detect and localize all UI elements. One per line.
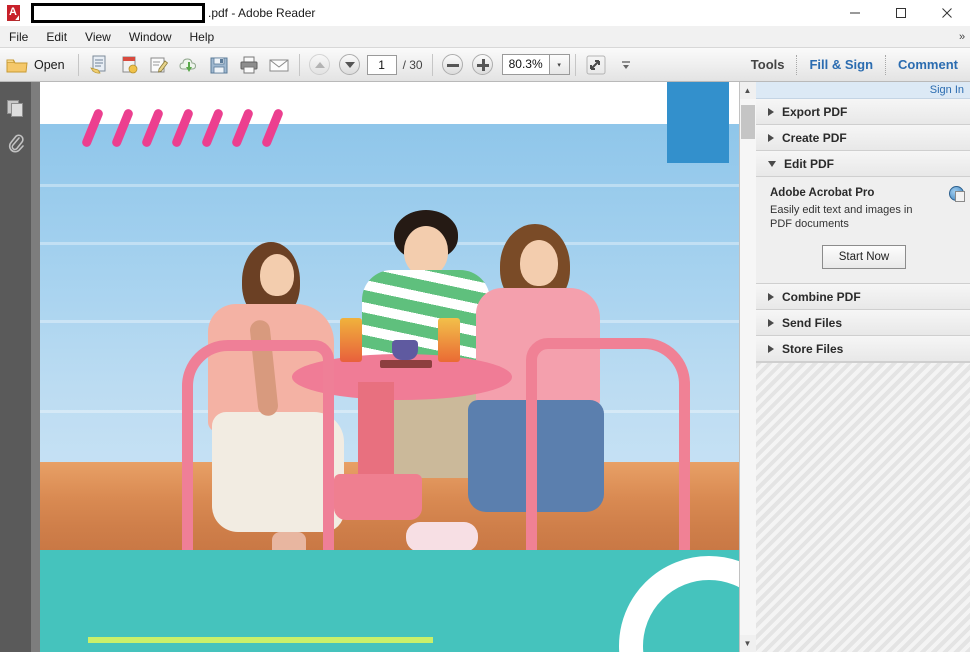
chevron-down-icon xyxy=(768,160,776,167)
close-button[interactable] xyxy=(924,0,970,26)
navigation-rail xyxy=(0,82,31,652)
menu-help[interactable]: Help xyxy=(181,26,224,48)
toolbar-overflow-icon[interactable] xyxy=(611,50,641,80)
photo-chair-right xyxy=(526,338,690,582)
attachments-icon[interactable] xyxy=(0,126,31,162)
panel-section-edit-pdf[interactable]: Edit PDF xyxy=(756,151,970,177)
previous-page-icon[interactable] xyxy=(305,50,335,80)
document-scrollbar[interactable]: ▲ ▼ xyxy=(739,82,756,652)
sign-in-bar: Sign In xyxy=(756,82,970,99)
adobe-reader-icon xyxy=(3,2,25,24)
adobe-reader-window: .pdf - Adobe Reader File Edit View Windo… xyxy=(0,0,970,652)
scrollbar-track[interactable] xyxy=(739,99,756,635)
scroll-down-button[interactable]: ▼ xyxy=(739,635,756,652)
pdf-page-1 xyxy=(40,82,739,652)
minimize-button[interactable] xyxy=(832,0,878,26)
toolbar-separator xyxy=(77,53,79,76)
page-pink-slashes xyxy=(80,107,318,150)
panel-label-edit-pdf: Edit PDF xyxy=(784,156,834,171)
toolbar-right-actions: Tools Fill & Sign Comment xyxy=(739,48,970,82)
page-number-input[interactable]: 1 xyxy=(366,54,397,75)
title-bar: .pdf - Adobe Reader xyxy=(0,0,970,26)
promo-description: Easily edit text and images in PDF docum… xyxy=(770,204,913,230)
panel-section-create-pdf[interactable]: Create PDF xyxy=(756,125,970,151)
window-controls xyxy=(832,0,970,26)
chevron-right-icon xyxy=(768,107,774,116)
edit-pdf-icon[interactable] xyxy=(144,50,174,80)
zoom-in-icon[interactable] xyxy=(468,50,498,80)
next-page-icon[interactable] xyxy=(335,50,365,80)
workspace: ▲ ▼ Sign In Export PDF Create PDF Edit P… xyxy=(0,82,970,652)
open-button[interactable]: Open xyxy=(0,48,73,82)
document-view[interactable] xyxy=(31,82,739,652)
toolbar-separator xyxy=(574,53,576,76)
open-label: Open xyxy=(34,57,65,72)
panel-section-send-files[interactable]: Send Files xyxy=(756,310,970,336)
menu-edit[interactable]: Edit xyxy=(37,26,76,48)
panel-empty-area xyxy=(756,362,970,652)
photo-shoe-1 xyxy=(406,522,478,552)
panel-label-send-files: Send Files xyxy=(782,315,843,330)
photo-coffee-cup xyxy=(392,340,418,360)
fill-and-sign-button[interactable]: Fill & Sign xyxy=(797,48,885,82)
page-blue-block xyxy=(667,82,729,163)
panel-section-export-pdf[interactable]: Export PDF xyxy=(756,99,970,125)
window-title: .pdf - Adobe Reader xyxy=(208,5,316,20)
acrobat-pro-promo: Adobe Acrobat Pro Easily edit text and i… xyxy=(756,177,970,284)
page-count-label: / 30 xyxy=(402,57,423,72)
photo-drink-left xyxy=(340,318,362,362)
panel-section-store-files[interactable]: Store Files xyxy=(756,336,970,362)
toolbar-separator xyxy=(298,53,300,76)
page-teal-band xyxy=(40,550,739,652)
panel-label-create-pdf: Create PDF xyxy=(782,130,847,145)
email-icon[interactable] xyxy=(264,50,294,80)
panel-section-combine-pdf[interactable]: Combine PDF xyxy=(756,284,970,310)
scroll-up-button[interactable]: ▲ xyxy=(739,82,756,99)
menu-window[interactable]: Window xyxy=(120,26,181,48)
menu-view[interactable]: View xyxy=(76,26,120,48)
acrobat-pro-badge-icon xyxy=(949,186,965,202)
create-pdf-icon[interactable] xyxy=(84,50,114,80)
photo-tray xyxy=(380,360,432,368)
save-icon[interactable] xyxy=(204,50,234,80)
main-toolbar: Open 1 / 30 80.3% ▾ Tools Fill & Sign Co… xyxy=(0,48,970,82)
fit-page-icon[interactable] xyxy=(581,50,611,80)
zoom-level-input[interactable]: 80.3% xyxy=(501,54,550,75)
promo-title: Adobe Acrobat Pro xyxy=(770,187,875,199)
panel-label-store-files: Store Files xyxy=(782,341,844,356)
page-yellow-line xyxy=(88,637,433,643)
print-icon[interactable] xyxy=(234,50,264,80)
export-pdf-icon[interactable] xyxy=(114,50,144,80)
photo-drink-right xyxy=(438,318,460,362)
zoom-dropdown-icon[interactable]: ▾ xyxy=(549,54,570,75)
panel-label-export-pdf: Export PDF xyxy=(782,104,848,119)
toolbar-separator xyxy=(431,53,433,76)
comment-button[interactable]: Comment xyxy=(886,48,970,82)
chevron-right-icon xyxy=(768,292,774,301)
chevron-right-icon xyxy=(768,344,774,353)
scrollbar-thumb[interactable] xyxy=(740,105,755,139)
tools-panel: Sign In Export PDF Create PDF Edit PDF A… xyxy=(755,82,970,652)
folder-icon xyxy=(6,59,28,72)
page-white-arc xyxy=(619,556,739,652)
photo-table-base xyxy=(334,474,422,520)
panel-label-combine-pdf: Combine PDF xyxy=(782,289,861,304)
photo-table-stem xyxy=(358,382,394,482)
sign-in-link[interactable]: Sign In xyxy=(930,84,964,96)
menu-bar: File Edit View Window Help » xyxy=(0,26,970,48)
menu-file[interactable]: File xyxy=(0,26,37,48)
start-now-button[interactable]: Start Now xyxy=(821,245,907,269)
chevron-right-icon xyxy=(768,318,774,327)
chevron-right-icon xyxy=(768,133,774,142)
menu-overflow-icon[interactable]: » xyxy=(956,30,968,44)
tools-button[interactable]: Tools xyxy=(739,48,797,82)
maximize-button[interactable] xyxy=(878,0,924,26)
upload-cloud-icon[interactable] xyxy=(174,50,204,80)
redacted-filename xyxy=(31,2,205,23)
page-thumbnails-icon[interactable] xyxy=(0,90,31,126)
zoom-out-icon[interactable] xyxy=(438,50,468,80)
